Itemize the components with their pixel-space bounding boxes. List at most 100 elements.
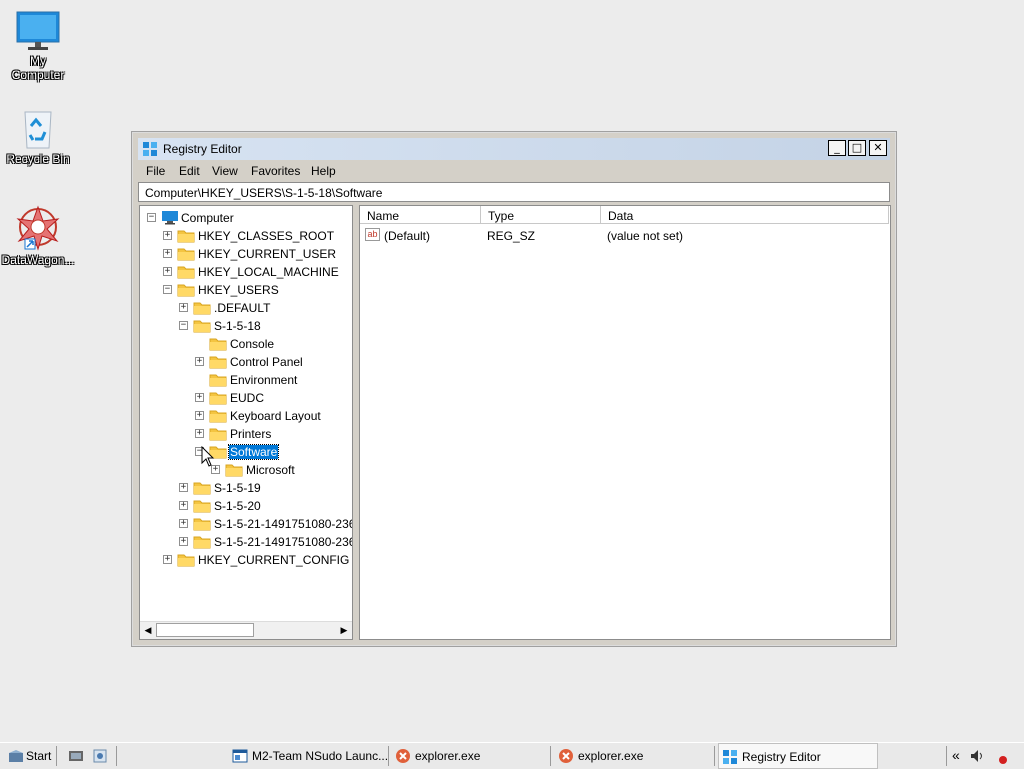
task-label: Registry Editor (742, 750, 821, 764)
folder-icon (209, 392, 227, 405)
desktop-icon-recycle-bin[interactable]: Recycle Bin (0, 108, 76, 166)
tree-item-label: Control Panel (230, 355, 303, 369)
desktop-icon-label: My (30, 54, 46, 68)
tree-item-label: S-1-5-19 (214, 481, 261, 495)
folder-icon (225, 464, 243, 477)
column-header-type[interactable]: Type (481, 206, 601, 224)
expand-icon[interactable]: + (179, 501, 188, 510)
expand-icon[interactable]: + (179, 537, 188, 546)
value-row[interactable]: ab (Default) REG_SZ (value not set) (360, 226, 890, 244)
column-header-data[interactable]: Data (601, 206, 889, 224)
menu-favorites[interactable]: Favorites (251, 164, 300, 178)
address-bar[interactable]: Computer\HKEY_USERS\S-1-5-18\Software (138, 182, 890, 202)
menu-file[interactable]: File (146, 164, 165, 178)
tree-item-label: HKEY_CLASSES_ROOT (198, 229, 335, 243)
desktop-icon-datawagon[interactable]: DataWagon... (0, 205, 76, 267)
menu-view[interactable]: View (212, 164, 238, 178)
scroll-left-arrow-icon[interactable]: ◀ (140, 622, 156, 639)
folder-icon (193, 500, 211, 513)
tree-item-label: Environment (230, 373, 298, 387)
expand-icon[interactable]: + (163, 249, 172, 258)
tree-item-label: Microsoft (246, 463, 295, 477)
folder-icon (177, 284, 195, 297)
folder-icon (209, 374, 227, 387)
string-value-icon: ab (365, 228, 380, 241)
expand-icon[interactable]: + (163, 267, 172, 276)
folder-icon (177, 248, 195, 261)
desktop-icon-label: Recycle Bin (6, 152, 70, 166)
taskbar-separator (714, 746, 715, 766)
folder-icon (193, 536, 211, 549)
expand-icon[interactable]: + (195, 429, 204, 438)
tree-item-label: HKEY_CURRENT_USER (198, 247, 337, 261)
task-label: explorer.exe (578, 749, 644, 763)
desktop-icon-label: Computer (11, 68, 65, 82)
datawagon-app-icon (16, 205, 60, 251)
minimize-button[interactable]: _ (828, 140, 846, 156)
folder-icon (193, 482, 211, 495)
tree-item-label: HKEY_LOCAL_MACHINE (198, 265, 339, 279)
title-bar[interactable]: Registry Editor _ □ ✕ (138, 138, 890, 160)
speaker-icon[interactable] (970, 749, 986, 763)
scroll-right-arrow-icon[interactable]: ▶ (336, 622, 352, 639)
menu-help[interactable]: Help (311, 164, 336, 178)
tree-item-label: Console (230, 337, 275, 351)
desktop-icon-my-computer[interactable]: My Computer (0, 10, 76, 82)
collapse-icon[interactable]: − (179, 321, 188, 330)
taskbar-separator (388, 746, 389, 766)
value-type: REG_SZ (487, 229, 536, 243)
collapse-icon[interactable]: − (163, 285, 172, 294)
key-tree-pane[interactable]: − Computer + HKEY_CLASSES_ROOT + HKEY_CU… (139, 205, 353, 640)
scrollbar-thumb[interactable] (156, 623, 254, 637)
tree-item-label: Computer (181, 211, 234, 225)
tree-horizontal-scrollbar[interactable]: ◀ ▶ (140, 621, 352, 639)
folder-icon (209, 356, 227, 369)
quick-launch-icon[interactable] (92, 748, 108, 764)
task-nsudo[interactable]: M2-Team NSudo Launc... (228, 743, 388, 769)
tree-item-label: .DEFAULT (214, 301, 271, 315)
taskbar-separator (116, 746, 117, 766)
task-registry-editor[interactable]: Registry Editor (718, 743, 878, 769)
tree-item-label: HKEY_CURRENT_CONFIG (198, 553, 350, 567)
folder-icon (209, 338, 227, 351)
folder-icon (193, 302, 211, 315)
window-title: Registry Editor (163, 142, 242, 156)
address-text: Computer\HKEY_USERS\S-1-5-18\Software (145, 186, 383, 200)
tree-item-label: Software (227, 444, 280, 460)
expand-icon[interactable]: + (195, 411, 204, 420)
mouse-cursor-icon (201, 446, 215, 467)
show-desktop-icon[interactable] (68, 749, 84, 763)
status-dot-icon[interactable] (996, 753, 1010, 765)
error-x-icon (396, 749, 410, 763)
registry-editor-icon (143, 142, 157, 156)
menu-bar: File Edit View Favorites Help (138, 161, 890, 181)
desktop-icon-label: DataWagon... (1, 253, 75, 267)
task-explorer-1[interactable]: explorer.exe (392, 743, 552, 769)
tree-item-label: S-1-5-21-1491751080-2360 (214, 535, 353, 549)
expand-icon[interactable]: + (163, 555, 172, 564)
column-header-name[interactable]: Name (360, 206, 481, 224)
expand-icon[interactable]: + (195, 393, 204, 402)
start-icon (9, 750, 23, 762)
expand-icon[interactable]: + (179, 303, 188, 312)
menu-edit[interactable]: Edit (179, 164, 200, 178)
value-name: (Default) (384, 229, 431, 243)
start-button[interactable]: Start (4, 743, 52, 769)
expand-icon[interactable]: + (163, 231, 172, 240)
error-x-icon (559, 749, 573, 763)
expand-icon[interactable]: + (195, 357, 204, 366)
maximize-button[interactable]: □ (848, 140, 866, 156)
taskbar-separator (56, 746, 57, 766)
tree-item-label: S-1-5-20 (214, 499, 261, 513)
value-data: (value not set) (607, 229, 684, 243)
values-list-pane[interactable]: Name Type Data ab (Default) REG_SZ (valu… (359, 205, 891, 640)
expand-icon[interactable]: + (179, 519, 188, 528)
tray-chevron-icon[interactable]: « (952, 747, 960, 763)
close-button[interactable]: ✕ (869, 140, 887, 156)
expand-icon[interactable]: + (179, 483, 188, 492)
tree-item-label: HKEY_USERS (198, 283, 279, 297)
collapse-icon[interactable]: − (147, 213, 156, 222)
registry-editor-window: Registry Editor _ □ ✕ File Edit View Fav… (131, 131, 897, 647)
task-explorer-2[interactable]: explorer.exe (555, 743, 715, 769)
task-label: M2-Team NSudo Launc... (252, 749, 389, 763)
